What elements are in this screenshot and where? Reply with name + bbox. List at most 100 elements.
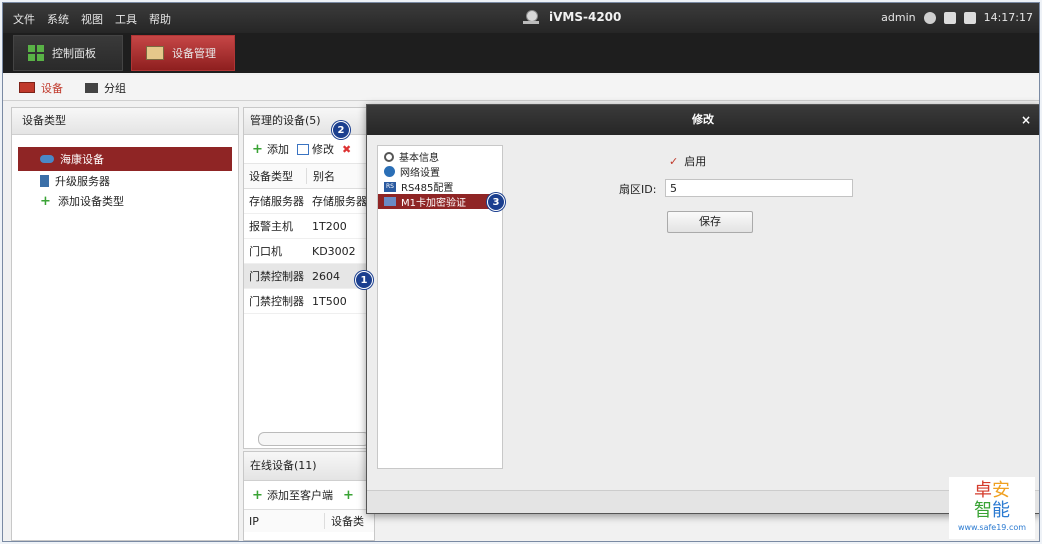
clock: 14:17:17 bbox=[983, 11, 1033, 24]
menu-system[interactable]: 系统 bbox=[47, 11, 69, 27]
sector-id-label: 扇区ID: bbox=[619, 183, 657, 196]
nav-label: RS485配置 bbox=[401, 183, 454, 194]
sub-tab-bar: 设备 分组 bbox=[3, 75, 1039, 101]
watermark-char: 卓 bbox=[974, 480, 992, 501]
nav-label: 网络设置 bbox=[400, 168, 440, 179]
gear-icon bbox=[384, 151, 394, 162]
close-icon[interactable]: × bbox=[1021, 105, 1031, 135]
col-ip[interactable]: IP bbox=[244, 515, 324, 528]
device-type-label: 添加设备类型 bbox=[58, 195, 124, 208]
grid-icon bbox=[28, 45, 44, 61]
username: admin bbox=[881, 11, 916, 24]
memory-icon[interactable] bbox=[963, 11, 976, 24]
nav-basic-info[interactable]: 基本信息 bbox=[378, 149, 502, 164]
dialog-title-bar: 修改 × bbox=[367, 105, 1039, 135]
device-icon bbox=[146, 46, 164, 60]
subtab-device[interactable]: 设备 bbox=[11, 75, 71, 101]
hikvision-device-icon bbox=[40, 155, 54, 163]
nav-label: M1卡加密验证 bbox=[401, 198, 466, 209]
app-window: 文件 系统 视图 工具 帮助 iVMS-4200 admin 14:17:17 … bbox=[2, 2, 1040, 542]
modify-device-button[interactable]: 修改 bbox=[297, 141, 334, 157]
module-tab-bar: 控制面板 设备管理 bbox=[3, 33, 1039, 73]
card-icon bbox=[384, 197, 396, 206]
monitor-icon[interactable] bbox=[943, 11, 956, 24]
device-type-title: 设备类型 bbox=[12, 108, 238, 135]
watermark-char: 能 bbox=[992, 500, 1010, 521]
rs-icon: RS bbox=[384, 181, 396, 192]
dialog-nav: 基本信息 网络设置 RS RS485配置 M1卡加密验证 bbox=[377, 145, 503, 469]
status-area: admin 14:17:17 bbox=[881, 11, 1033, 24]
table-row[interactable]: 存储服务器 存储服务器 bbox=[244, 189, 374, 214]
menu-bar: 文件 系统 视图 工具 帮助 iVMS-4200 admin 14:17:17 bbox=[3, 3, 1039, 33]
tab-device-management[interactable]: 设备管理 bbox=[131, 35, 235, 71]
dialog-title: 修改 bbox=[692, 113, 714, 126]
add-to-client-label: 添加至客户端 bbox=[267, 489, 333, 502]
managed-devices-title: 管理的设备(5) bbox=[244, 108, 374, 135]
table-row[interactable]: 报警主机 1T200 bbox=[244, 214, 374, 239]
save-button[interactable]: 保存 bbox=[667, 211, 753, 233]
add-all-icon[interactable]: + bbox=[343, 488, 355, 503]
subtab-group[interactable]: 分组 bbox=[77, 75, 134, 101]
online-devices-panel: 在线设备(11) + 添加至客户端 + IP 设备类 bbox=[243, 451, 375, 541]
table-row[interactable]: 门禁控制器 1T500 bbox=[244, 289, 374, 314]
camera-logo-icon bbox=[523, 10, 539, 24]
nav-network-settings[interactable]: 网络设置 bbox=[378, 164, 502, 179]
watermark-logo: 卓安 智能 www.safe19.com bbox=[949, 477, 1035, 539]
cell-alias: 1T500 bbox=[312, 294, 347, 308]
server-icon bbox=[40, 175, 49, 187]
add-to-client-button[interactable]: + 添加至客户端 bbox=[252, 487, 333, 503]
enable-label: 启用 bbox=[684, 155, 707, 168]
cell-type: 门禁控制器 bbox=[249, 270, 304, 283]
cell-alias: 存储服务器 bbox=[312, 195, 367, 208]
delete-icon[interactable]: ✖ bbox=[342, 143, 351, 156]
tab-control-panel[interactable]: 控制面板 bbox=[13, 35, 123, 71]
online-table-header: IP 设备类 bbox=[244, 509, 374, 532]
plus-icon: + bbox=[252, 487, 263, 503]
table-row[interactable]: 门口机 KD3002 bbox=[244, 239, 374, 264]
dialog-footer bbox=[367, 490, 1039, 513]
col-device-type[interactable]: 设备类型 bbox=[244, 168, 306, 184]
menu-tools[interactable]: 工具 bbox=[115, 11, 137, 27]
col-alias[interactable]: 别名 bbox=[306, 168, 374, 184]
step-badge-1: 1 bbox=[355, 271, 373, 289]
subtab-group-label: 分组 bbox=[104, 81, 126, 95]
watermark-char: 智 bbox=[974, 500, 992, 521]
device-type-hikvision[interactable]: 海康设备 bbox=[18, 147, 232, 171]
subtab-device-label: 设备 bbox=[41, 81, 63, 95]
nav-label: 基本信息 bbox=[399, 153, 439, 164]
nav-rs485-config[interactable]: RS RS485配置 bbox=[378, 179, 502, 194]
step-badge-2: 2 bbox=[332, 121, 350, 139]
nav-m1-card-encryption[interactable]: M1卡加密验证 bbox=[378, 194, 502, 209]
app-title-group: iVMS-4200 bbox=[523, 10, 621, 24]
add-device-button[interactable]: + 添加 bbox=[252, 141, 289, 157]
modify-label: 修改 bbox=[312, 143, 334, 156]
edit-icon bbox=[297, 143, 309, 155]
menu-help[interactable]: 帮助 bbox=[149, 11, 171, 27]
device-type-label: 升级服务器 bbox=[55, 175, 110, 188]
menu-file[interactable]: 文件 bbox=[13, 11, 35, 27]
lock-icon[interactable] bbox=[923, 11, 936, 24]
add-device-type[interactable]: + 添加设备类型 bbox=[22, 191, 228, 211]
sector-id-input[interactable]: 5 bbox=[665, 179, 853, 197]
plus-icon: + bbox=[252, 141, 263, 157]
menu-view[interactable]: 视图 bbox=[81, 11, 103, 27]
cell-type: 存储服务器 bbox=[249, 195, 304, 208]
tab-control-panel-label: 控制面板 bbox=[52, 47, 96, 60]
m1-encryption-form: ✓ 启用 扇区ID: 5 保存 bbox=[517, 145, 1017, 245]
cell-type: 门禁控制器 bbox=[249, 295, 304, 308]
online-devices-title: 在线设备(11) bbox=[244, 452, 374, 481]
globe-icon bbox=[384, 166, 395, 177]
tab-device-management-label: 设备管理 bbox=[172, 47, 216, 60]
step-badge-3: 3 bbox=[487, 193, 505, 211]
enable-checkbox[interactable]: ✓ bbox=[669, 155, 678, 168]
cell-alias: 1T200 bbox=[312, 219, 347, 233]
watermark-char: 安 bbox=[992, 480, 1010, 501]
folder-icon bbox=[85, 82, 98, 93]
col-device-type[interactable]: 设备类 bbox=[324, 513, 374, 529]
app-title: iVMS-4200 bbox=[549, 10, 622, 24]
device-type-upgrade-server[interactable]: 升级服务器 bbox=[22, 171, 228, 191]
device-type-label: 海康设备 bbox=[60, 153, 104, 166]
cell-type: 门口机 bbox=[249, 245, 282, 258]
plus-icon: + bbox=[40, 193, 51, 209]
horizontal-scrollbar[interactable] bbox=[258, 432, 370, 446]
